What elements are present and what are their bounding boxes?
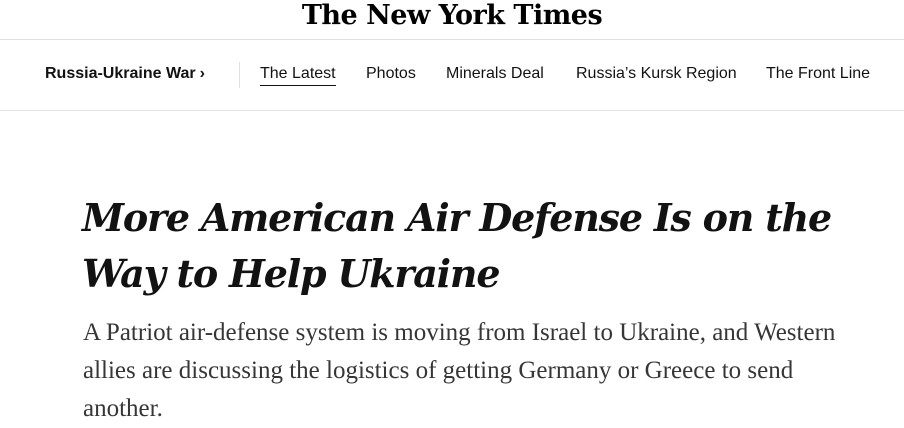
nav-item-the-front-line[interactable]: The Front Line	[766, 64, 870, 84]
chevron-right-icon: ›	[199, 65, 205, 82]
nav-item-the-latest[interactable]: The Latest	[260, 64, 336, 86]
section-link-label: Russia-Ukraine War	[45, 65, 196, 82]
nav-item-minerals-deal[interactable]: Minerals Deal	[446, 64, 544, 84]
article-headline: More American Air Defense Is on the Way …	[82, 195, 832, 296]
nyt-logo[interactable]: The New York Times	[0, 0, 904, 32]
nav-item-photos[interactable]: Photos	[366, 64, 416, 84]
article-summary: A Patriot air-defense system is moving f…	[83, 319, 836, 422]
masthead: The New York Times	[0, 0, 904, 40]
section-link-russia-ukraine-war[interactable]: Russia-Ukraine War ›	[45, 64, 205, 84]
nav-divider	[239, 62, 240, 88]
nav-item-russias-kursk-region[interactable]: Russia’s Kursk Region	[576, 64, 737, 84]
section-subnav: Russia-Ukraine War › The Latest Photos Mi…	[0, 40, 904, 111]
